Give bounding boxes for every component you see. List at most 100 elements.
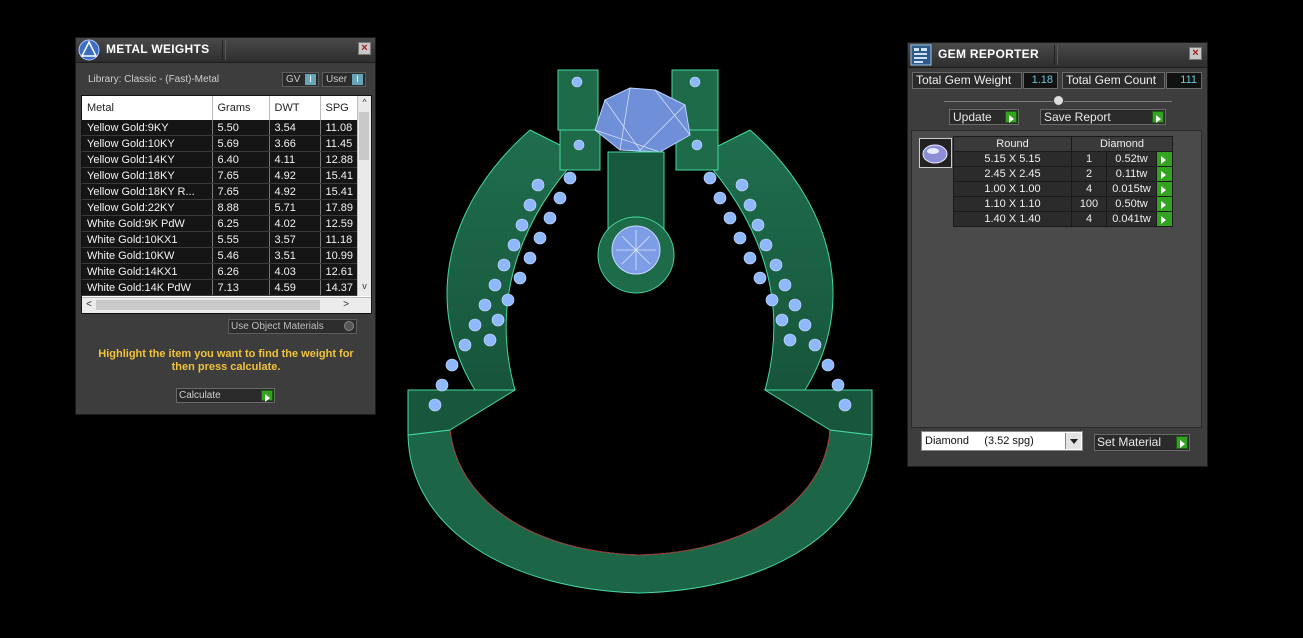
table-row[interactable]: White Gold:10KX1 5.55 3.57 11.18 (82, 231, 364, 248)
count-cell: 1 (1071, 151, 1107, 167)
scroll-right-icon[interactable]: > (340, 299, 352, 311)
weight-cell: 0.11tw (1106, 166, 1157, 182)
size-cell: 1.10 X 1.10 (953, 196, 1072, 212)
user-toggle[interactable]: User I (322, 72, 366, 87)
count-cell: 4 (1071, 211, 1107, 227)
total-gem-count-value: 111 (1166, 72, 1202, 89)
dwt-cell: 4.92 (269, 167, 321, 184)
play-icon[interactable] (1005, 111, 1017, 123)
table-row[interactable]: White Gold:9K PdW 6.25 4.02 12.59 (82, 215, 364, 232)
grams-cell: 6.25 (212, 215, 270, 232)
dwt-cell: 3.66 (269, 135, 321, 152)
gem-list-area: Round Diamond 5.15 X 5.15 1 0.52tw 2.45 X 2… (911, 130, 1202, 428)
ring-model[interactable] (380, 60, 900, 600)
dwt-cell: 3.51 (269, 247, 321, 264)
weight-cell: 0.015tw (1106, 181, 1157, 197)
total-gem-weight-label: Total Gem Weight (912, 72, 1022, 89)
row-play-icon[interactable] (1156, 196, 1173, 212)
dwt-cell: 5.71 (269, 199, 321, 216)
update-button[interactable]: Update (949, 109, 1019, 125)
count-cell: 4 (1071, 181, 1107, 197)
row-play-icon[interactable] (1156, 211, 1173, 227)
metal-cell: Yellow Gold:18KY R... (82, 183, 213, 200)
table-row[interactable]: Yellow Gold:9KY 5.50 3.54 11.08 (82, 120, 364, 136)
chevron-down-icon[interactable] (1065, 433, 1081, 449)
table-row[interactable]: Yellow Gold:10KY 5.69 3.66 11.45 (82, 135, 364, 152)
grams-cell: 5.46 (212, 247, 270, 264)
grams-cell: 8.88 (212, 199, 270, 216)
splitter-knob[interactable] (1053, 95, 1064, 106)
dwt-cell: 4.92 (269, 183, 321, 200)
metal-table-vscroll[interactable]: ^ v (357, 96, 371, 296)
table-row[interactable]: Yellow Gold:22KY 8.88 5.71 17.89 (82, 199, 364, 216)
table-row[interactable]: 2.45 X 2.45 2 0.11tw (953, 166, 1173, 182)
save-report-button[interactable]: Save Report (1040, 109, 1166, 125)
play-icon[interactable] (1152, 111, 1164, 123)
weight-cell: 0.50tw (1106, 196, 1157, 212)
table-row[interactable]: White Gold:10KW 5.46 3.51 10.99 (82, 247, 364, 264)
calculate-label: Calculate (179, 390, 221, 401)
play-icon[interactable] (1176, 436, 1188, 449)
grams-cell: 6.26 (212, 263, 270, 280)
weight-cell: 0.041tw (1106, 211, 1157, 227)
metal-weights-titlebar[interactable]: METAL WEIGHTS × (76, 38, 375, 63)
gv-toggle[interactable]: GV I (282, 72, 319, 87)
instruction-text: Highlight the item you want to find the … (98, 348, 354, 373)
grams-cell: 7.13 (212, 279, 270, 296)
table-row[interactable]: Yellow Gold:18KY 7.65 4.92 15.41 (82, 167, 364, 184)
grams-cell: 5.50 (212, 120, 270, 136)
calculate-button[interactable]: Calculate (176, 388, 275, 403)
row-play-icon[interactable] (1156, 151, 1173, 167)
round-diamond-icon[interactable] (919, 138, 952, 168)
metal-cell: Yellow Gold:22KY (82, 199, 213, 216)
scroll-up-icon[interactable]: ^ (359, 96, 370, 108)
table-row[interactable]: Yellow Gold:18KY R... 7.65 4.92 15.41 (82, 183, 364, 200)
close-button[interactable]: × (358, 42, 371, 55)
save-report-label: Save Report (1044, 110, 1111, 124)
3d-viewport[interactable] (380, 60, 900, 600)
grams-cell: 6.40 (212, 151, 270, 168)
table-row[interactable]: White Gold:14KX1 6.26 4.03 12.61 (82, 263, 364, 280)
table-row[interactable]: White Gold:14K PdW 7.13 4.59 14.37 (82, 279, 364, 296)
metal-cell: White Gold:10KX1 (82, 231, 213, 248)
table-row[interactable]: Yellow Gold:14KY 6.40 4.11 12.88 (82, 151, 364, 168)
close-button[interactable]: × (1189, 47, 1202, 60)
scroll-down-icon[interactable]: v (359, 280, 370, 292)
size-cell: 2.45 X 2.45 (953, 166, 1072, 182)
material-select-value: Diamond (3.52 spg) (925, 435, 1034, 447)
grams-cell: 7.65 (212, 167, 270, 184)
library-label: Library: Classic - (Fast)-Metal (88, 74, 220, 85)
metal-cell: White Gold:14K PdW (82, 279, 213, 296)
col-grams[interactable]: Grams (212, 96, 270, 120)
radio-icon[interactable] (344, 321, 354, 331)
metal-cell: White Gold:9K PdW (82, 215, 213, 232)
table-row[interactable]: 1.40 X 1.40 4 0.041tw (953, 211, 1173, 227)
total-gem-weight-value: 1.18 (1023, 72, 1058, 89)
gem-reporter-titlebar[interactable]: GEM REPORTER × (908, 43, 1207, 68)
dwt-cell: 3.57 (269, 231, 321, 248)
gem-reporter-panel: GEM REPORTER × Total Gem Weight 1.18 Tot… (907, 42, 1208, 467)
table-row[interactable]: 1.10 X 1.10 100 0.50tw (953, 196, 1173, 212)
size-cell: 1.40 X 1.40 (953, 211, 1072, 227)
col-shape: Round (953, 136, 1072, 152)
col-metal[interactable]: Metal (82, 96, 213, 120)
dwt-cell: 4.59 (269, 279, 321, 296)
row-play-icon[interactable] (1156, 181, 1173, 197)
set-material-button[interactable]: Set Material (1094, 434, 1190, 451)
material-select[interactable]: Diamond (3.52 spg) (921, 431, 1083, 451)
count-cell: 100 (1071, 196, 1107, 212)
use-object-materials-toggle[interactable]: Use Object Materials (228, 319, 357, 334)
grams-cell: 7.65 (212, 183, 270, 200)
col-dwt[interactable]: DWT (269, 96, 321, 120)
vscroll-thumb[interactable] (359, 112, 369, 160)
play-icon[interactable] (261, 390, 273, 402)
table-row[interactable]: 1.00 X 1.00 4 0.015tw (953, 181, 1173, 197)
metal-table-header: Metal Grams DWT SPG (82, 96, 364, 120)
metal-table-hscroll[interactable]: < > (82, 297, 371, 313)
table-row[interactable]: 5.15 X 5.15 1 0.52tw (953, 151, 1173, 167)
hscroll-thumb[interactable] (96, 300, 320, 310)
row-play-icon[interactable] (1156, 166, 1173, 182)
scroll-left-icon[interactable]: < (83, 299, 95, 311)
gv-toggle-indicator: I (305, 74, 316, 85)
dwt-cell: 4.03 (269, 263, 321, 280)
